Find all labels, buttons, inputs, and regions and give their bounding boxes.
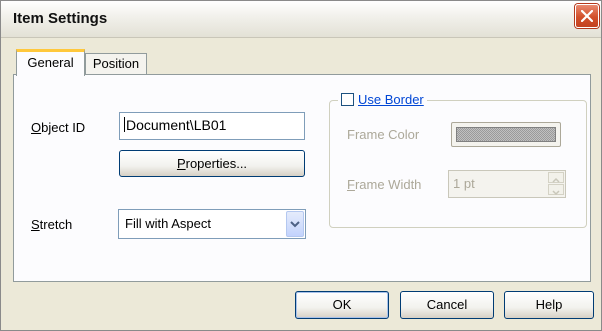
- spinner-buttons: [548, 172, 564, 196]
- spin-down-button[interactable]: [548, 184, 564, 196]
- tab-position-label: Position: [92, 56, 140, 71]
- tab-general-label: General: [27, 55, 74, 70]
- stretch-selected-value: Fill with Aspect: [125, 216, 211, 231]
- frame-width-spinner[interactable]: 1 pt: [448, 170, 566, 198]
- object-id-value: Document\LB01: [126, 117, 227, 133]
- frame-color-swatch: [456, 127, 556, 142]
- frame-width-label: Frame Width: [347, 177, 422, 192]
- help-button[interactable]: Help: [504, 291, 594, 319]
- use-border-checkbox[interactable]: [341, 92, 354, 106]
- cancel-button[interactable]: Cancel: [400, 291, 494, 319]
- title-bar[interactable]: Item Settings: [1, 1, 601, 38]
- item-settings-dialog: Item Settings General Position Object ID…: [0, 0, 602, 331]
- spin-up-button[interactable]: [548, 172, 564, 183]
- use-border-checkbox-row[interactable]: Use Border: [338, 90, 427, 108]
- close-button[interactable]: [575, 4, 599, 28]
- stretch-label: Stretch: [31, 217, 73, 232]
- stretch-select[interactable]: Fill with Aspect: [118, 209, 306, 239]
- tab-general[interactable]: General: [16, 49, 85, 76]
- window-title: Item Settings: [13, 10, 108, 27]
- frame-color-button[interactable]: [451, 122, 561, 147]
- chevron-down-icon: [290, 221, 300, 228]
- tab-position[interactable]: Position: [85, 53, 147, 74]
- chevron-down-small-icon: [552, 190, 560, 196]
- close-icon: [581, 10, 593, 22]
- properties-button[interactable]: Properties...: [119, 150, 305, 177]
- frame-color-label: Frame Color: [347, 127, 420, 142]
- object-id-input[interactable]: Document\LB01: [119, 112, 305, 140]
- border-groupbox: [329, 100, 587, 228]
- ok-button[interactable]: OK: [295, 291, 389, 319]
- text-caret: [124, 117, 125, 132]
- object-id-label: Object ID: [31, 120, 86, 135]
- frame-width-value: 1 pt: [453, 176, 475, 191]
- dropdown-button[interactable]: [286, 211, 304, 237]
- use-border-label: Use Border: [358, 91, 424, 107]
